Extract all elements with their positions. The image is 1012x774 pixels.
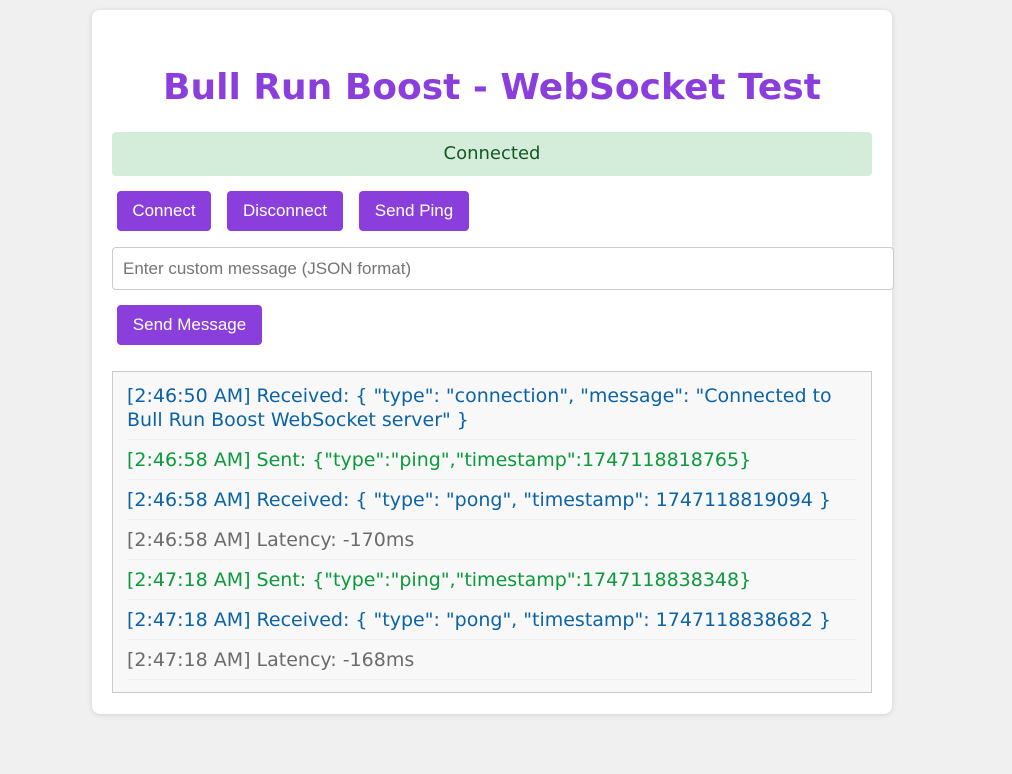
connect-button[interactable]: Connect [117, 191, 211, 231]
send-ping-button[interactable]: Send Ping [359, 191, 469, 231]
log-entry: [2:46:58 AM] Received: { "type": "pong",… [127, 480, 857, 520]
log-entry: [2:46:58 AM] Sent: {"type":"ping","times… [127, 440, 857, 480]
page-title: Bull Run Boost - WebSocket Test [163, 67, 821, 108]
log-entry: [2:47:18 AM] Sent: {"type":"ping","times… [127, 560, 857, 600]
log-entry: [2:46:50 AM] Received: { "type": "connec… [127, 372, 857, 440]
log-entry: [2:47:18 AM] Received: { "type": "pong",… [127, 600, 857, 640]
send-message-button[interactable]: Send Message [117, 305, 262, 345]
message-log[interactable]: [2:46:50 AM] Received: { "type": "connec… [112, 371, 872, 693]
custom-message-input[interactable] [112, 247, 894, 290]
disconnect-button[interactable]: Disconnect [227, 191, 343, 231]
log-entry: [2:47:18 AM] Latency: -168ms [127, 640, 857, 680]
connection-status: Connected [112, 132, 872, 176]
main-card: Bull Run Boost - WebSocket Test Connecte… [92, 10, 894, 714]
log-entry: [2:46:58 AM] Latency: -170ms [127, 520, 857, 560]
